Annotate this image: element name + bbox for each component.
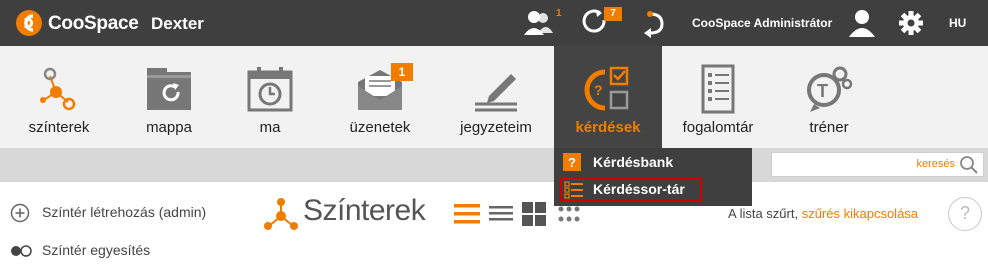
scenes-title-icon bbox=[264, 198, 298, 230]
users-icon[interactable] bbox=[522, 8, 554, 38]
question-bank-icon: ? bbox=[563, 153, 581, 171]
questions-dropdown-menu: ? Kérdésbank Kérdéssor-tár bbox=[554, 148, 752, 206]
list-view-icon[interactable] bbox=[454, 203, 480, 225]
menu-item-question-list[interactable]: Kérdéssor-tár bbox=[560, 178, 702, 202]
module-glossary[interactable]: fogalomtár bbox=[668, 46, 768, 148]
module-label: üzenetek bbox=[349, 119, 411, 136]
disable-filter-link[interactable]: szűrés kikapcsolása bbox=[802, 206, 918, 221]
module-label: kérdések bbox=[575, 119, 641, 136]
admin-user-name[interactable]: CooSpace Administrátor bbox=[692, 16, 832, 30]
module-messages[interactable]: 1 üzenetek bbox=[335, 46, 425, 148]
module-label: fogalomtár bbox=[682, 119, 754, 136]
compact-list-view-icon[interactable] bbox=[489, 204, 513, 224]
scenes-icon bbox=[40, 67, 76, 111]
module-today[interactable]: ma bbox=[225, 46, 315, 148]
calendar-icon bbox=[247, 67, 293, 112]
menu-item-label: Kérdésbank bbox=[593, 154, 674, 170]
pencil-icon bbox=[475, 74, 517, 112]
tile-view-icon[interactable] bbox=[557, 205, 581, 225]
undo-arrow-icon[interactable] bbox=[638, 8, 670, 38]
language-selector[interactable]: HU bbox=[949, 16, 966, 30]
question-list-icon bbox=[564, 181, 583, 199]
svg-text:T: T bbox=[817, 81, 828, 101]
trainer-icon: T bbox=[807, 66, 853, 112]
svg-text:?: ? bbox=[568, 155, 576, 170]
filter-status-text: A lista szűrt, bbox=[728, 206, 799, 221]
gear-icon[interactable] bbox=[895, 8, 927, 38]
top-bar: CooSpace Dexter 1 7 CooSpace Administrát… bbox=[0, 0, 988, 46]
module-folder[interactable]: mappa bbox=[124, 46, 214, 148]
users-notification-count: 1 bbox=[556, 8, 562, 19]
module-questions[interactable]: ? kérdések bbox=[554, 46, 662, 148]
questions-icon: ? bbox=[584, 66, 629, 111]
help-button[interactable]: ? bbox=[948, 197, 982, 231]
page-title: Színterek bbox=[303, 194, 426, 227]
refresh-notification-count: 7 bbox=[604, 7, 622, 21]
module-label: ma bbox=[259, 119, 281, 136]
menu-item-question-bank[interactable]: ? Kérdésbank bbox=[560, 151, 750, 175]
brand-name[interactable]: CooSpace bbox=[48, 13, 139, 35]
module-notes[interactable]: jegyzeteim bbox=[448, 46, 544, 148]
module-label: jegyzeteim bbox=[460, 119, 532, 136]
module-scenes[interactable]: színterek bbox=[14, 46, 104, 148]
folder-icon bbox=[147, 68, 191, 110]
search-input[interactable]: keresés bbox=[771, 152, 984, 177]
grid-view-icon[interactable] bbox=[522, 202, 546, 226]
sidebar-item-label: Színtér létrehozás (admin) bbox=[42, 204, 207, 220]
messages-badge: 1 bbox=[391, 63, 413, 81]
module-label: színterek bbox=[28, 119, 90, 136]
user-profile-icon[interactable] bbox=[846, 8, 878, 38]
glossary-icon bbox=[701, 64, 735, 114]
sidebar-item-label: Színtér egyesítés bbox=[42, 242, 151, 258]
module-trainer[interactable]: T tréner bbox=[784, 46, 874, 148]
filter-status: A lista szűrt, szűrés kikapcsolása bbox=[728, 206, 918, 221]
plus-circle-icon bbox=[10, 203, 30, 223]
module-label: mappa bbox=[146, 119, 192, 136]
module-bar: színterek mappa ma 1 üzenetek jegyzeteim… bbox=[0, 46, 988, 148]
search-icon[interactable] bbox=[959, 155, 979, 175]
svg-text:?: ? bbox=[594, 82, 603, 98]
toggle-icon bbox=[11, 245, 32, 257]
menu-item-label: Kérdéssor-tár bbox=[593, 181, 685, 197]
module-label: tréner bbox=[809, 119, 849, 136]
course-name[interactable]: Dexter bbox=[151, 14, 204, 34]
coospace-logo-icon[interactable] bbox=[14, 8, 44, 38]
search-placeholder: keresés bbox=[916, 158, 955, 170]
